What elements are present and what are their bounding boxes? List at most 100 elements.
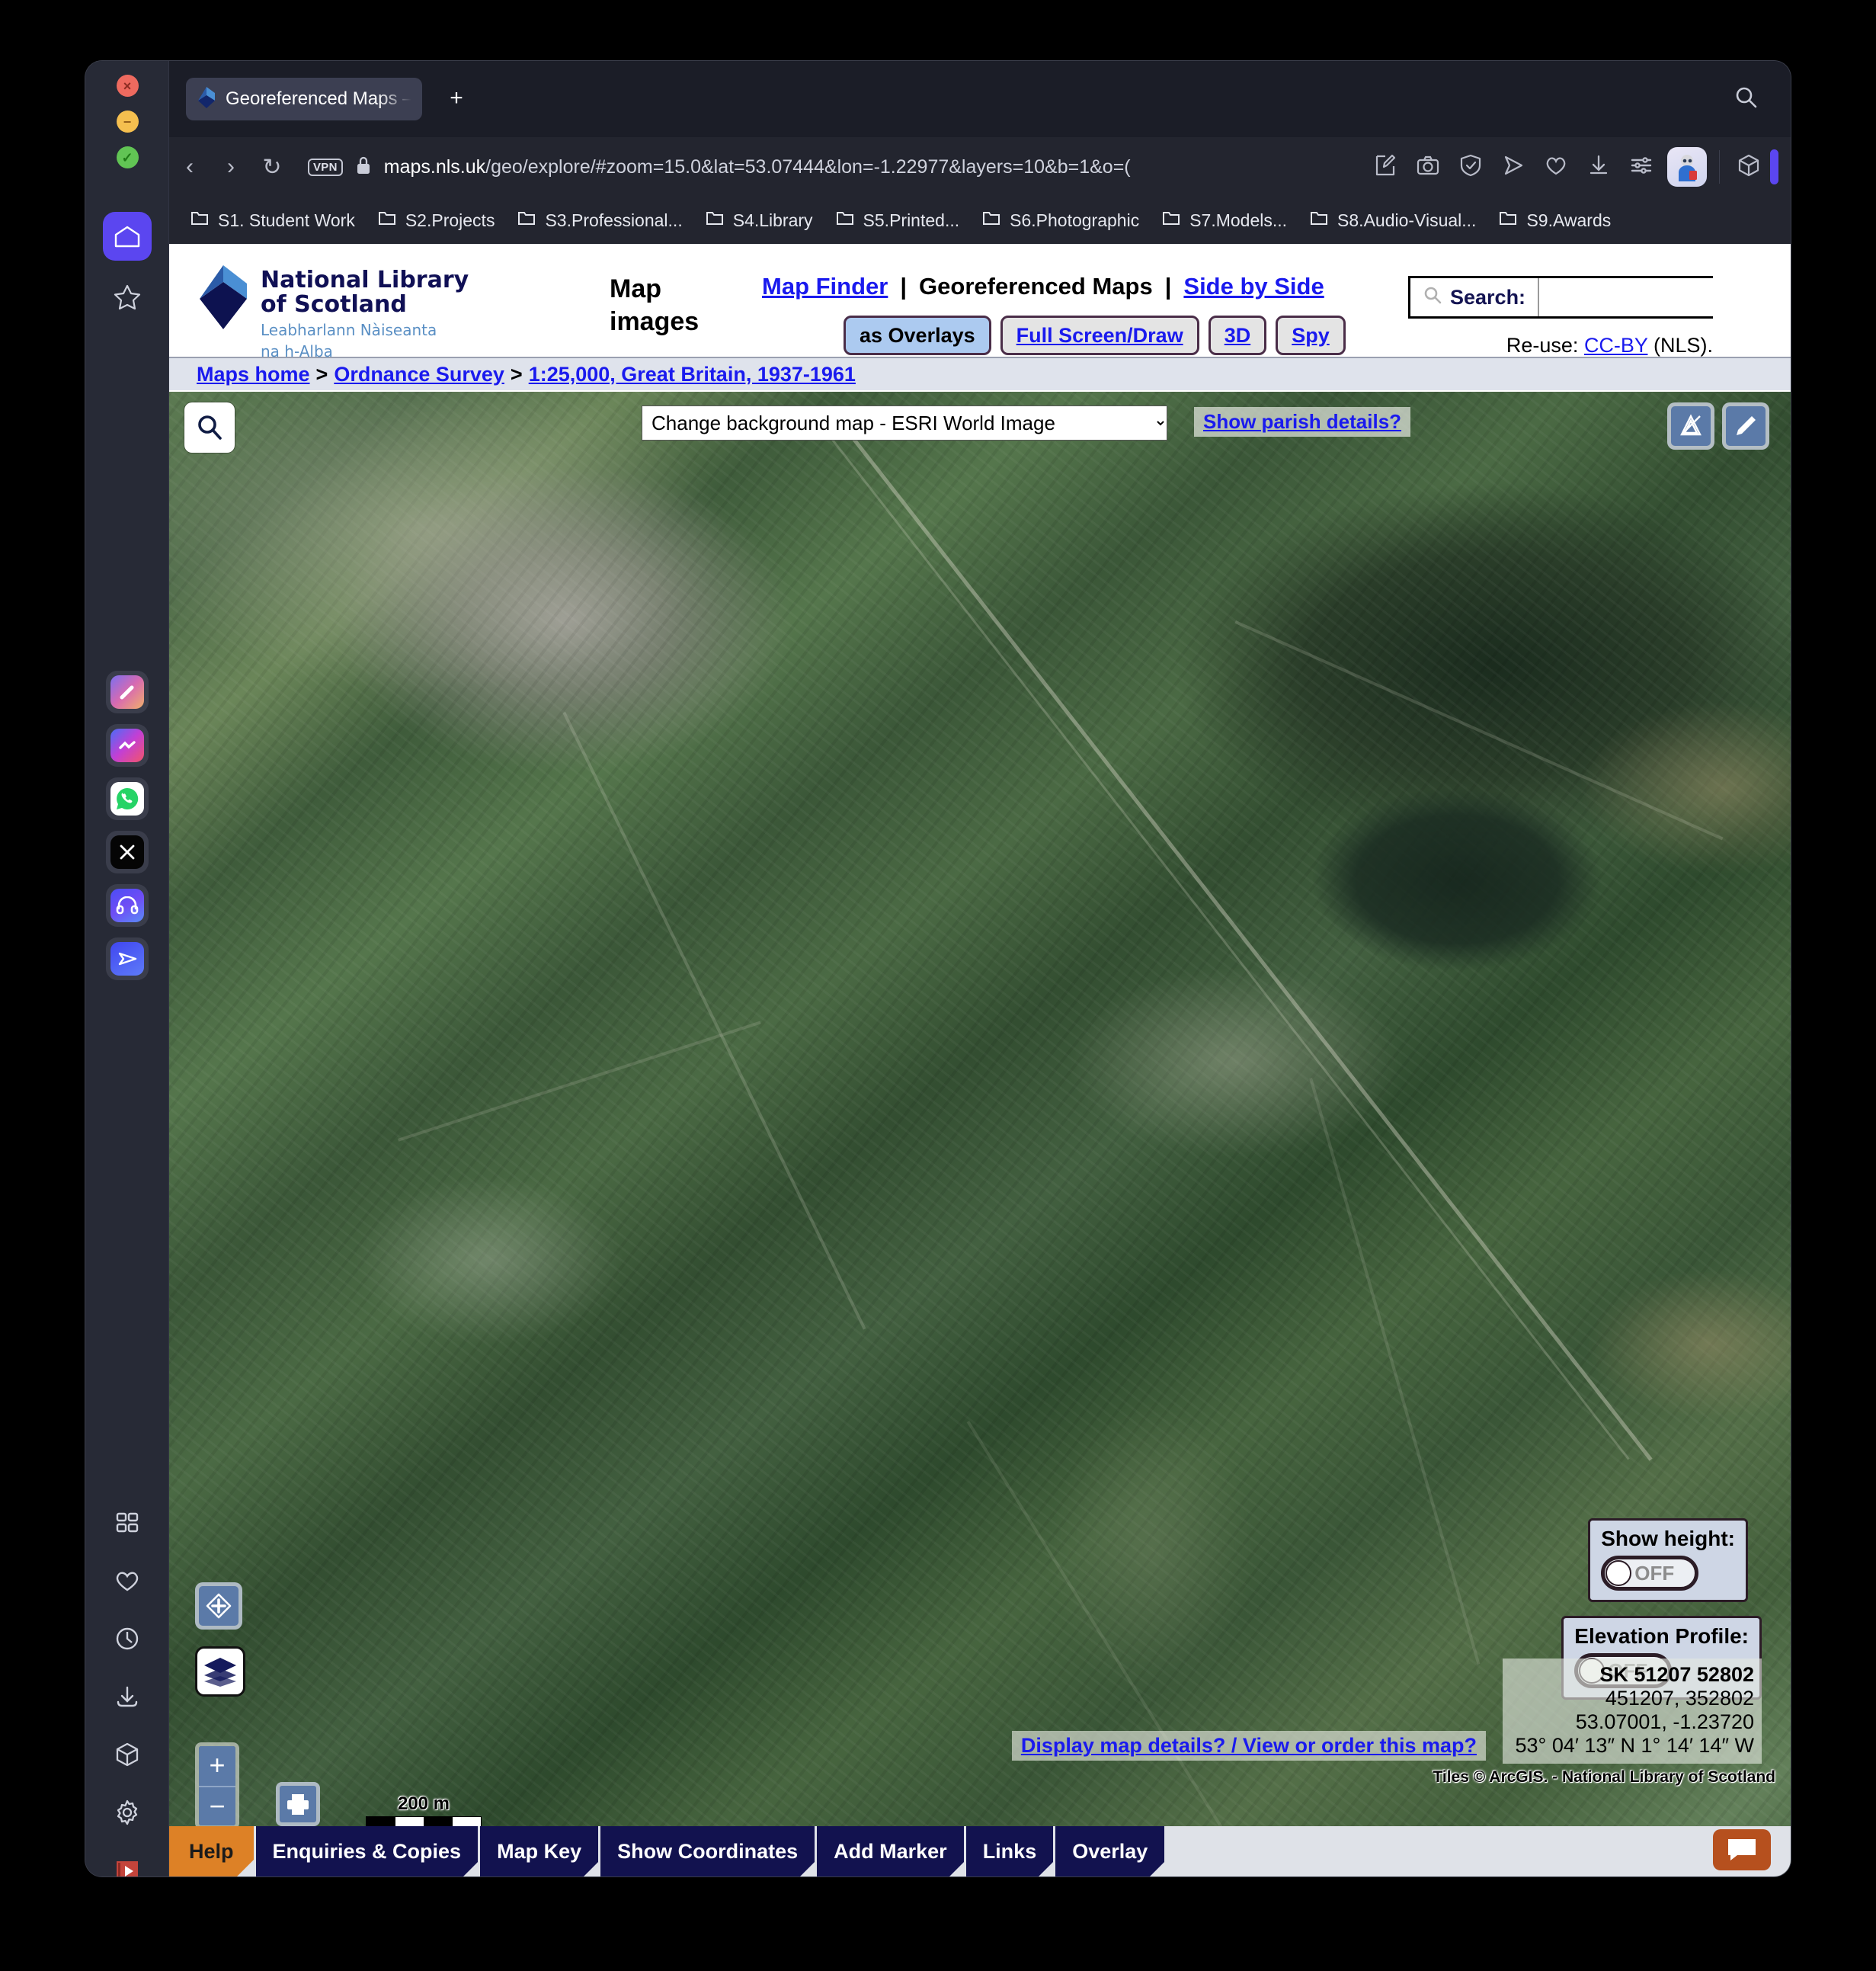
vpn-badge: VPN (308, 158, 343, 176)
camera-icon[interactable] (1407, 153, 1449, 181)
show-parish-details-link[interactable]: Show parish details? (1194, 407, 1411, 437)
mode-full-screen-draw[interactable]: Full Screen/Draw (1000, 316, 1199, 355)
chat-bubble-icon[interactable] (1713, 1829, 1771, 1870)
bookmark-item[interactable]: S8.Audio-Visual... (1310, 210, 1476, 231)
sidebar-toggle-bar[interactable] (1770, 149, 1778, 184)
nav-map-finder[interactable]: Map Finder (762, 273, 888, 300)
background-map-select[interactable]: Change background map - ESRI World Image… (642, 405, 1167, 441)
whatsapp-icon[interactable] (106, 777, 149, 820)
bottom-tab-enquiries[interactable]: Enquiries & Copies (255, 1826, 480, 1876)
messenger-pin-icon[interactable] (106, 671, 149, 713)
mode-spy-link[interactable]: Spy (1292, 324, 1330, 348)
headphones-icon[interactable] (106, 884, 149, 927)
map-details-link[interactable]: Display map details? / View or order thi… (1011, 1731, 1486, 1761)
breadcrumb-separator: > (510, 362, 523, 386)
bottom-tab-links[interactable]: Links (965, 1826, 1055, 1876)
eastings-northings: 451207, 352802 (1605, 1687, 1754, 1710)
bookmark-item[interactable]: S9.Awards (1499, 210, 1611, 231)
bottom-tab-overlay[interactable]: Overlay (1055, 1826, 1167, 1876)
browser-tab[interactable]: Georeferenced Maps – M (186, 78, 422, 120)
bottom-tab-add-marker[interactable]: Add Marker (817, 1826, 966, 1876)
x-twitter-icon[interactable] (106, 831, 149, 873)
browser-window: × − ✓ Georeferenced Maps + ‹ › ↻ VPN map… (85, 61, 1791, 1876)
mode-spy[interactable]: Spy (1276, 316, 1346, 355)
bookmark-item[interactable]: S2.Projects (378, 210, 495, 231)
map-canvas[interactable]: Change background map - ESRI World Image… (169, 392, 1791, 1876)
url-bar[interactable]: VPN maps.nls.uk/geo/explore/#zoom=15.0&l… (294, 146, 1359, 188)
mode-as-overlays[interactable]: as Overlays (844, 316, 991, 355)
note-edit-icon[interactable] (1364, 153, 1407, 181)
pencil-icon[interactable] (1722, 402, 1769, 450)
search-input[interactable] (1538, 278, 1791, 316)
bookmarks-bar: S1. Student Work S2.Projects S3.Professi… (169, 197, 1791, 244)
folder-icon (1499, 210, 1517, 231)
close-window-button[interactable]: × (116, 75, 139, 97)
scale-bar-label: 200 m (397, 1793, 450, 1814)
telegram-icon[interactable] (106, 937, 149, 980)
mode-3d-link[interactable]: 3D (1225, 324, 1251, 348)
crosshair-icon[interactable] (195, 1582, 242, 1630)
breadcrumb-maps-home[interactable]: Maps home (197, 363, 310, 386)
layers-icon[interactable] (195, 1646, 245, 1697)
bottom-tab-help[interactable]: Help (169, 1826, 254, 1876)
bookmark-item[interactable]: S6.Photographic (982, 210, 1139, 231)
sliders-icon[interactable] (1620, 153, 1663, 181)
coordinates-panel: SK 51207 52802 451207, 352802 53.07001, … (1503, 1659, 1762, 1764)
shield-check-icon[interactable] (1449, 153, 1492, 181)
address-bar-row: ‹ › ↻ VPN maps.nls.uk/geo/explore/#zoom=… (169, 137, 1791, 197)
zoom-in-button[interactable]: + (199, 1746, 235, 1786)
mode-3d[interactable]: 3D (1208, 316, 1267, 355)
mode-full-screen-draw-link[interactable]: Full Screen/Draw (1016, 324, 1183, 348)
home-icon[interactable] (103, 212, 152, 261)
history-clock-icon[interactable] (106, 1617, 149, 1660)
show-height-panel: Show height: OFF (1588, 1518, 1748, 1602)
bookmark-item[interactable]: S5.Printed... (836, 210, 959, 231)
zoom-out-button[interactable]: − (199, 1786, 235, 1825)
bookmark-item[interactable]: S4.Library (706, 210, 813, 231)
messenger-icon[interactable] (106, 724, 149, 767)
heart-icon[interactable] (106, 1559, 149, 1602)
star-icon[interactable] (103, 273, 152, 322)
downloads-icon[interactable] (106, 1675, 149, 1718)
reload-button[interactable]: ↻ (251, 154, 293, 181)
show-parish-details-label[interactable]: Show parish details? (1203, 410, 1401, 433)
bottom-tab-show-coordinates[interactable]: Show Coordinates (600, 1826, 818, 1876)
video-player-icon[interactable] (106, 1849, 149, 1876)
bookmark-item[interactable]: S1. Student Work (190, 210, 355, 231)
map-details-link-label[interactable]: Display map details? / View or order thi… (1021, 1734, 1477, 1757)
nav-side-by-side[interactable]: Side by Side (1183, 273, 1324, 300)
nls-diamond-icon (197, 264, 250, 331)
send-icon[interactable] (1492, 153, 1535, 181)
cube-icon[interactable] (1727, 153, 1770, 181)
tab-search-icon[interactable] (1733, 84, 1759, 114)
gear-icon[interactable] (106, 1791, 149, 1834)
maximize-window-button[interactable]: ✓ (116, 146, 139, 168)
measure-icon[interactable] (1667, 402, 1714, 450)
printer-icon[interactable] (276, 1782, 320, 1826)
bottom-tab-map-key[interactable]: Map Key (480, 1826, 601, 1876)
breadcrumb-ordnance-survey[interactable]: Ordnance Survey (334, 363, 504, 386)
show-height-toggle[interactable]: OFF (1601, 1556, 1699, 1591)
breadcrumb-map-series[interactable]: 1:25,000, Great Britain, 1937-1961 (529, 363, 856, 386)
bookmark-label: S3.Professional... (545, 210, 683, 230)
cc-by-link[interactable]: CC-BY (1584, 334, 1648, 357)
cube-icon[interactable] (106, 1733, 149, 1776)
bookmark-label: S2.Projects (405, 210, 495, 230)
nls-diamond-icon (197, 85, 216, 114)
avatar[interactable] (1667, 147, 1707, 187)
bookmark-item[interactable]: S7.Models... (1162, 210, 1287, 231)
logo-gaelic-1: Leabharlann Nàiseanta (261, 320, 437, 339)
heart-icon[interactable] (1535, 154, 1577, 181)
window-traffic-lights: × − ✓ (85, 75, 169, 182)
download-icon[interactable] (1577, 153, 1620, 181)
bookmark-item[interactable]: S3.Professional... (517, 210, 683, 231)
minimize-window-button[interactable]: − (116, 111, 139, 133)
forward-button[interactable]: › (210, 154, 251, 180)
back-button[interactable]: ‹ (169, 154, 210, 180)
new-tab-button[interactable]: + (442, 85, 471, 114)
grid-icon[interactable] (106, 1501, 149, 1544)
folder-icon (1310, 210, 1328, 231)
map-search-button[interactable] (184, 402, 235, 453)
nls-logo[interactable]: National Library of Scotland Leabharlann… (197, 264, 469, 361)
nav-separator: | (1164, 273, 1172, 300)
